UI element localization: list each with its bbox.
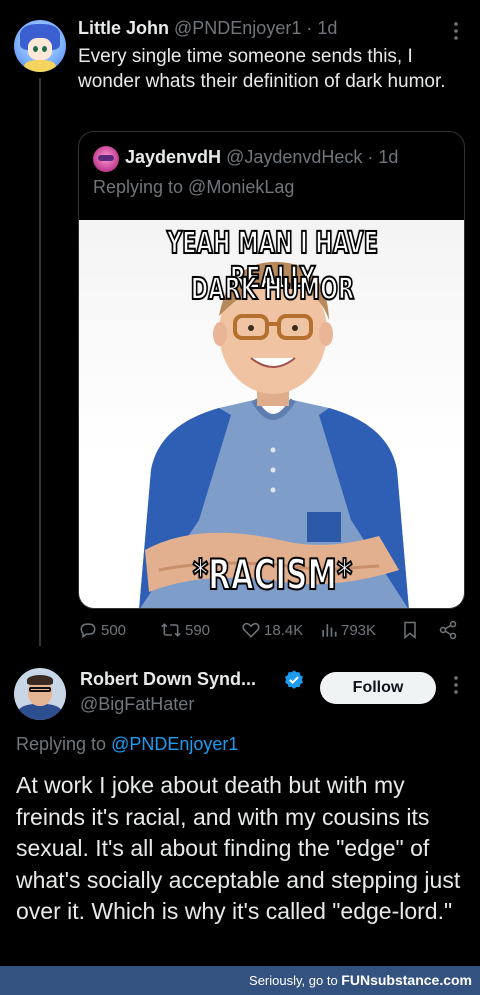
avatar-robert[interactable] [14,668,66,720]
quote-time: · 1d [362,147,399,167]
meme-caption-bottom: *RACISM* [192,549,353,600]
reply-icon [80,623,96,639]
quote-replying-to: Replying to @MoniekLag [93,177,295,197]
follow-button[interactable]: Follow [320,672,436,704]
verified-badge-icon [283,669,305,696]
avatar-little-john[interactable] [14,20,66,72]
views-button[interactable]: 793K [320,620,376,640]
tweet2-author-name[interactable]: Robert Down Synd... [80,669,256,690]
watermark-text: Seriously, go to FUNsubstance.com [249,972,472,988]
avatar-glasses [29,687,51,692]
avatar-body [24,60,56,72]
replying-prefix: Replying to [16,734,112,754]
like-button[interactable]: 18.4K [241,620,303,640]
watermark-brand: FUNsubstance.com [341,972,472,988]
tweet2-replying-to: Replying to @PNDEnjoyer1 [16,734,238,755]
meme-image[interactable]: YEAH MAN I HAVE REALLY DARK HUMOR *RACIS… [79,220,464,608]
quote-author-name[interactable]: JaydenvdH [125,147,221,167]
avatar-eye [33,46,38,52]
avatar-shirt [18,704,62,720]
share-button[interactable] [438,620,458,640]
avatar-hair [27,675,53,685]
quote-author-handle[interactable]: @JaydenvdHeck [226,147,362,167]
more-options-icon[interactable] [446,676,466,699]
tweet1-text: Every single time someone sends this, I … [78,46,446,92]
reply-button[interactable]: 500 [78,620,126,640]
avatar-eye [42,46,47,52]
quote-header: JaydenvdH @JaydenvdHeck · 1d [125,147,398,168]
tweet1-time[interactable]: · 1d [301,18,337,38]
retweet-button[interactable]: 590 [160,620,210,640]
retweet-icon [161,623,181,637]
tweet1-author-handle[interactable]: @PNDEnjoyer1 [174,18,301,38]
tweet2-author-handle[interactable]: @BigFatHater [80,694,194,715]
thread-line [39,78,41,646]
tweet2-text: At work I joke about death but with my f… [16,772,461,924]
reply-count: 500 [101,621,127,639]
watermark-footer: Seriously, go to FUNsubstance.com [0,966,480,995]
tweet1-action-bar: 500 590 18.4K 793K [78,620,468,644]
quoted-tweet-card[interactable]: JaydenvdH @JaydenvdHeck · 1d Replying to… [78,131,465,609]
meme-caption-top-line2: DARK HUMOR [190,271,355,308]
share-icon [439,620,457,640]
replying-handle-link[interactable]: @PNDEnjoyer1 [111,734,238,754]
avatar-face [28,38,52,60]
view-count: 793K [341,621,377,639]
like-count: 18.4K [264,621,304,639]
avatar-jaydenvdh[interactable] [93,146,119,172]
bookmark-icon [404,621,416,640]
tweet1-author-name[interactable]: Little John [78,18,169,38]
bookmark-button[interactable] [401,620,419,640]
more-options-icon[interactable] [446,22,466,40]
heart-icon [242,622,260,638]
watermark-prefix: Seriously, go to [249,973,342,988]
views-chart-icon [322,624,337,637]
tweet1-header: Little John @PNDEnjoyer1 · 1d [78,18,337,39]
retweet-count: 590 [185,621,211,639]
